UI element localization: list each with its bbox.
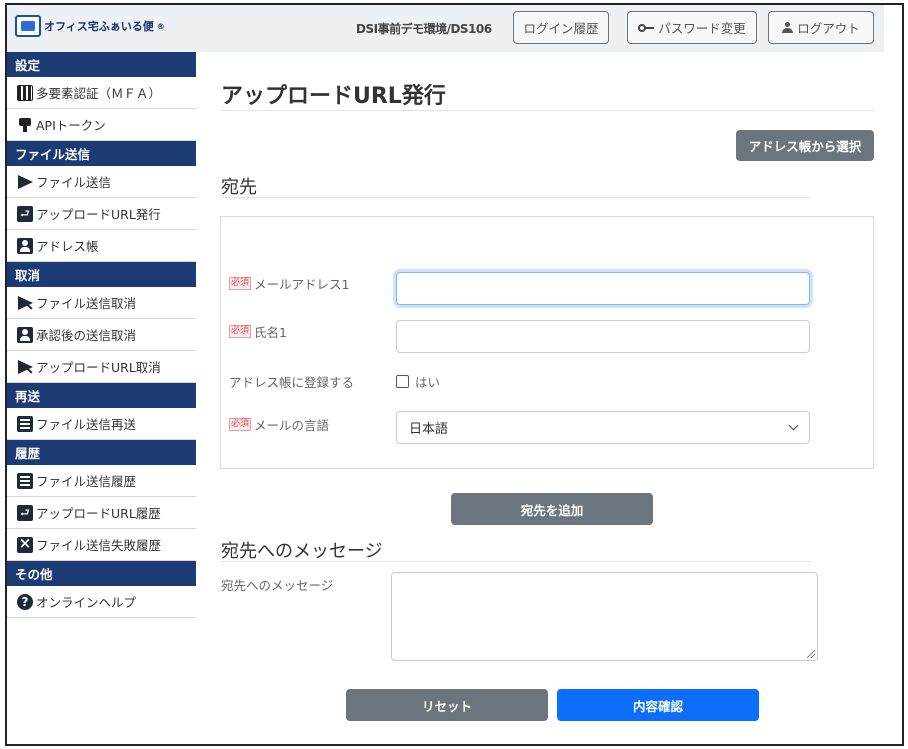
send-icon <box>17 174 33 190</box>
email-label-text: メールアドレス1 <box>254 277 350 292</box>
sidebar-section-file-send: ファイル送信 <box>7 141 196 166</box>
recipient-divider <box>221 197 811 198</box>
name-label-text: 氏名1 <box>254 325 287 340</box>
main-content: アップロードURL発行 アドレス帳から選択 宛先 必須 メールアドレス1 必須 … <box>196 52 884 744</box>
header: オフィス宅ふぁいる便 ® DSI事前デモ環境/DS106 ログイン履歴 パスワー… <box>7 5 884 52</box>
language-label-text: メールの言語 <box>254 418 330 433</box>
sidebar-item-approved-cancel[interactable]: 承認後の送信取消 <box>7 319 196 351</box>
sidebar-item-label: アップロードURL発行 <box>36 207 161 222</box>
user-id: DSI事前デモ環境/DS106 <box>356 22 492 36</box>
sidebar-item-upload-cancel[interactable]: アップロードURL取消 <box>7 351 196 383</box>
person-icon <box>17 326 33 343</box>
sidebar: 設定 多要素認証（ＭＦＡ） APIトークン ファイル送信 ファイル送信 アップロ… <box>7 52 196 618</box>
sidebar-section-resend: 再送 <box>7 383 196 408</box>
sidebar-item-mfa[interactable]: 多要素認証（ＭＦＡ） <box>7 77 196 109</box>
sidebar-item-label: オンラインヘルプ <box>36 595 137 610</box>
reset-button[interactable]: リセット <box>346 689 548 721</box>
language-label: 必須 メールの言語 <box>229 415 329 434</box>
logo-text: オフィス宅ふぁいる便 <box>44 20 154 33</box>
sidebar-item-failed-history[interactable]: ファイル送信失敗履歴 <box>7 529 196 561</box>
email-input[interactable] <box>396 272 810 305</box>
sidebar-item-label: ファイル送信取消 <box>36 296 137 311</box>
sidebar-item-label: ファイル送信 <box>36 175 112 190</box>
login-history-label: ログイン履歴 <box>523 21 599 36</box>
user-icon <box>782 22 794 33</box>
sidebar-item-label: ファイル送信失敗履歴 <box>36 538 162 553</box>
sidebar-item-resend[interactable]: ファイル送信再送 <box>7 408 196 440</box>
page-title: アップロードURL発行 <box>221 84 446 109</box>
sidebar-section-settings: 設定 <box>7 52 196 77</box>
confirm-button[interactable]: 内容確認 <box>557 689 759 721</box>
recipient-panel: 必須 メールアドレス1 必須 氏名1 アドレス帳に登録する はい 必須 メールの… <box>220 216 874 469</box>
message-textarea[interactable] <box>391 572 818 661</box>
sidebar-item-address-book[interactable]: アドレス帳 <box>7 230 196 262</box>
sidebar-item-label: アップロードURL取消 <box>36 360 161 375</box>
password-change-label: パスワード変更 <box>658 21 746 36</box>
sidebar-item-api-token[interactable]: APIトークン <box>7 109 196 141</box>
logo-icon <box>15 15 41 37</box>
register-checkbox-group[interactable]: はい <box>396 372 440 391</box>
qr-code-icon <box>17 84 33 101</box>
x-icon <box>17 534 33 553</box>
sidebar-item-label: アップロードURL履歴 <box>36 506 161 521</box>
name-label: 必須 氏名1 <box>229 322 287 341</box>
sidebar-item-help[interactable]: オンラインヘルプ <box>7 586 196 618</box>
help-icon <box>17 593 33 610</box>
register-checkbox[interactable] <box>396 375 409 388</box>
document-icon <box>17 415 33 432</box>
language-select-value: 日本語 <box>409 422 449 437</box>
sidebar-item-send-history[interactable]: ファイル送信履歴 <box>7 465 196 497</box>
upload-cancel-icon <box>17 359 33 375</box>
password-change-button[interactable]: パスワード変更 <box>627 11 757 44</box>
sidebar-section-other: その他 <box>7 561 196 586</box>
name-input[interactable] <box>396 320 810 353</box>
sidebar-item-label: 多要素認証（ＭＦＡ） <box>36 86 162 101</box>
key-icon <box>17 117 33 133</box>
chevron-down-icon <box>788 420 799 431</box>
key-icon <box>638 23 655 32</box>
document-icon <box>17 472 33 489</box>
sidebar-item-label: アドレス帳 <box>36 239 99 254</box>
register-checkbox-label[interactable]: はい <box>415 372 440 391</box>
login-history-button[interactable]: ログイン履歴 <box>513 11 609 44</box>
sidebar-section-history: 履歴 <box>7 440 196 465</box>
address-book-select-button[interactable]: アドレス帳から選択 <box>736 130 874 161</box>
logout-button[interactable]: ログアウト <box>768 11 874 44</box>
send-cancel-icon <box>17 295 33 311</box>
title-divider <box>221 110 874 111</box>
upload-url-icon <box>17 205 33 222</box>
sidebar-item-upload-url[interactable]: アップロードURL発行 <box>7 198 196 230</box>
message-heading: 宛先へのメッセージ <box>221 541 383 562</box>
sidebar-item-send-cancel[interactable]: ファイル送信取消 <box>7 287 196 319</box>
logo[interactable]: オフィス宅ふぁいる便 ® <box>15 15 165 37</box>
message-label: 宛先へのメッセージ <box>221 578 334 593</box>
register-label: アドレス帳に登録する <box>229 375 355 390</box>
upload-history-icon <box>17 504 33 521</box>
message-divider <box>221 561 811 562</box>
registered-mark: ® <box>156 21 165 31</box>
required-badge: 必須 <box>229 325 252 338</box>
sidebar-item-upload-history[interactable]: アップロードURL履歴 <box>7 497 196 529</box>
add-recipient-button[interactable]: 宛先を追加 <box>451 493 653 525</box>
sidebar-item-label: 承認後の送信取消 <box>36 328 137 343</box>
required-badge: 必須 <box>229 277 252 290</box>
sidebar-section-cancel: 取消 <box>7 262 196 287</box>
address-book-icon <box>17 237 33 254</box>
sidebar-item-label: ファイル送信再送 <box>36 417 137 432</box>
sidebar-item-label: ファイル送信履歴 <box>36 474 137 489</box>
language-select[interactable]: 日本語 <box>396 411 810 444</box>
logout-label: ログアウト <box>797 21 860 36</box>
sidebar-item-file-send[interactable]: ファイル送信 <box>7 166 196 198</box>
required-badge: 必須 <box>229 418 252 431</box>
resize-grip-icon[interactable] <box>807 650 815 658</box>
sidebar-item-label: APIトークン <box>36 118 106 133</box>
app-frame: オフィス宅ふぁいる便 ® DSI事前デモ環境/DS106 ログイン履歴 パスワー… <box>5 3 904 746</box>
recipient-heading: 宛先 <box>221 177 257 198</box>
email-label: 必須 メールアドレス1 <box>229 274 349 293</box>
